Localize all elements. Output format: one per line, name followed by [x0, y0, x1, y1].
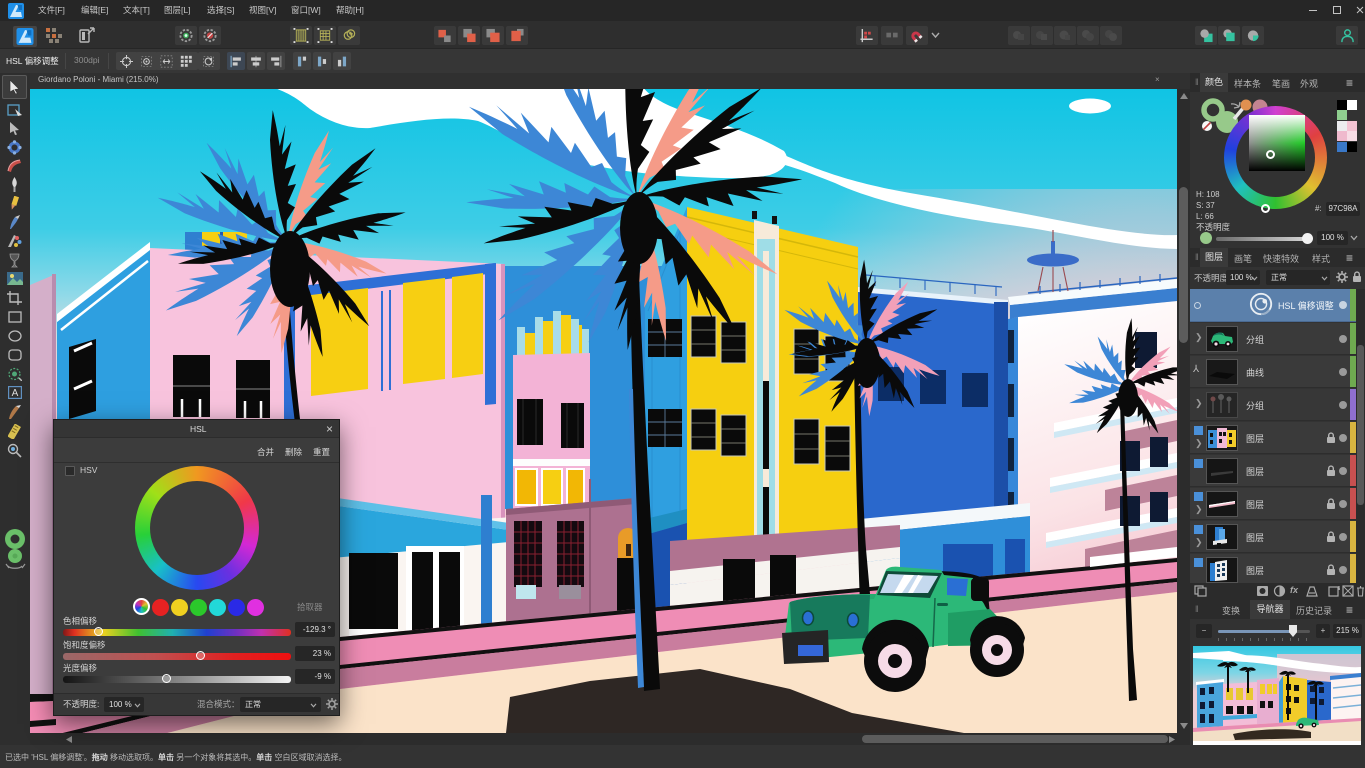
svg-text:A: A: [12, 388, 19, 399]
